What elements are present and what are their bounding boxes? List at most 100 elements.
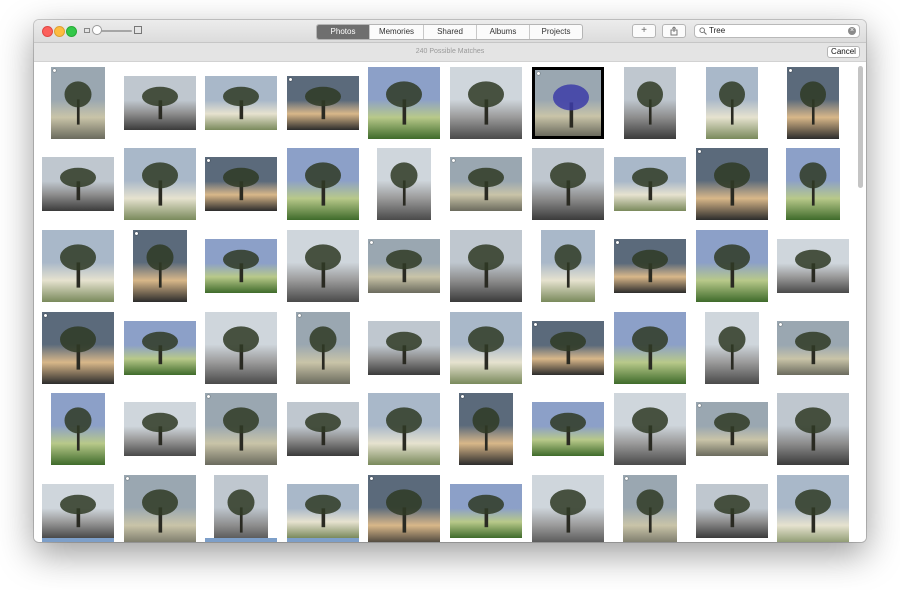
photo-thumbnail[interactable]	[614, 239, 686, 293]
photo-thumbnail[interactable]	[696, 402, 768, 456]
photo-thumbnail[interactable]	[124, 321, 196, 375]
photo-thumbnail[interactable]	[614, 157, 686, 211]
tree-silhouette-icon	[632, 326, 668, 370]
tree-silhouette-icon	[636, 489, 664, 533]
photo-thumbnail[interactable]	[614, 393, 686, 465]
photo-thumbnail[interactable]	[368, 393, 440, 465]
photos-window: Photos Memories Shared Albums Projects +…	[34, 20, 866, 542]
tab-shared[interactable]: Shared	[423, 25, 476, 39]
photo-thumbnail[interactable]	[541, 230, 595, 302]
zoom-button[interactable]	[66, 26, 77, 37]
photo-thumbnail[interactable]	[287, 538, 359, 542]
photo-thumbnail[interactable]	[287, 484, 359, 538]
photo-thumbnail[interactable]	[696, 484, 768, 538]
tree-silhouette-icon	[223, 249, 259, 283]
photo-thumbnail[interactable]	[786, 148, 840, 220]
photo-thumbnail[interactable]	[614, 312, 686, 384]
photo-thumbnail[interactable]	[777, 321, 849, 375]
add-button[interactable]: +	[632, 24, 656, 38]
share-button[interactable]	[662, 24, 686, 38]
close-button[interactable]	[42, 26, 53, 37]
search-icon	[699, 27, 707, 35]
photo-thumbnail[interactable]	[777, 475, 849, 542]
photo-thumbnail[interactable]	[450, 484, 522, 538]
photo-thumbnail[interactable]	[42, 538, 114, 542]
search-input[interactable]: Tree	[709, 25, 725, 37]
tab-albums[interactable]: Albums	[476, 25, 529, 39]
photo-thumbnail[interactable]	[777, 239, 849, 293]
photo-thumbnail[interactable]	[51, 67, 105, 139]
photo-thumbnail[interactable]	[205, 312, 277, 384]
photo-thumbnail[interactable]	[787, 67, 839, 139]
photo-thumbnail[interactable]	[459, 393, 513, 465]
photo-thumbnail[interactable]	[696, 148, 768, 220]
photo-thumbnail[interactable]	[205, 157, 277, 211]
photo-thumbnail[interactable]	[368, 67, 440, 139]
photo-thumbnail[interactable]	[124, 148, 196, 220]
photo-thumbnail[interactable]	[42, 312, 114, 384]
photo-thumbnail[interactable]	[368, 239, 440, 293]
tree-silhouette-icon	[60, 494, 96, 528]
photo-thumbnail[interactable]	[205, 538, 277, 542]
search-field[interactable]: Tree ×	[694, 24, 860, 38]
photo-thumbnail[interactable]	[368, 321, 440, 375]
tree-silhouette-icon	[714, 494, 750, 528]
photo-thumbnail[interactable]	[124, 76, 196, 130]
photo-thumbnail[interactable]	[532, 402, 604, 456]
view-tabs: Photos Memories Shared Albums Projects	[316, 24, 583, 40]
photo-thumbnail[interactable]	[124, 475, 196, 542]
photo-thumbnail[interactable]	[623, 475, 677, 542]
zoom-out-icon[interactable]	[84, 28, 90, 33]
photo-thumbnail[interactable]	[706, 67, 758, 139]
photo-thumbnail[interactable]	[42, 157, 114, 211]
photo-thumbnail[interactable]	[450, 67, 522, 139]
tree-silhouette-icon	[305, 494, 341, 528]
tree-silhouette-icon	[550, 412, 586, 446]
location-pin-icon	[207, 159, 210, 162]
tree-silhouette-icon	[223, 326, 259, 370]
photo-thumbnail[interactable]	[368, 475, 440, 542]
scrollbar[interactable]	[858, 66, 863, 188]
location-pin-icon	[698, 150, 701, 153]
zoom-in-icon[interactable]	[134, 26, 142, 34]
photo-thumbnail[interactable]	[377, 148, 431, 220]
selected-photo-thumbnail[interactable]	[532, 67, 604, 139]
tab-projects[interactable]: Projects	[529, 25, 582, 39]
cancel-button[interactable]: Cancel	[827, 46, 860, 58]
photo-thumbnail[interactable]	[51, 393, 105, 465]
tree-silhouette-icon	[632, 407, 668, 451]
photo-thumbnail[interactable]	[450, 312, 522, 384]
photo-thumbnail[interactable]	[205, 239, 277, 293]
photo-thumbnail[interactable]	[133, 230, 187, 302]
tab-memories[interactable]: Memories	[369, 25, 423, 39]
tree-silhouette-icon	[632, 249, 668, 283]
photo-thumbnail[interactable]	[450, 157, 522, 211]
photo-thumbnail[interactable]	[624, 67, 676, 139]
tree-silhouette-icon	[223, 86, 259, 120]
minimize-button[interactable]	[54, 26, 65, 37]
photo-thumbnail[interactable]	[287, 76, 359, 130]
photo-thumbnail[interactable]	[42, 230, 114, 302]
photo-thumbnail[interactable]	[214, 475, 268, 542]
zoom-slider-knob[interactable]	[92, 25, 102, 35]
photo-thumbnail[interactable]	[777, 393, 849, 465]
photo-thumbnail[interactable]	[205, 393, 277, 465]
tab-photos[interactable]: Photos	[317, 25, 369, 39]
tree-silhouette-icon	[309, 326, 337, 370]
photo-thumbnail[interactable]	[42, 484, 114, 538]
clear-search-icon[interactable]: ×	[848, 27, 856, 35]
photo-thumbnail[interactable]	[705, 312, 759, 384]
tree-silhouette-icon	[227, 489, 255, 533]
photo-thumbnail[interactable]	[205, 76, 277, 130]
tree-silhouette-icon	[142, 162, 178, 206]
photo-thumbnail[interactable]	[287, 148, 359, 220]
photo-thumbnail[interactable]	[450, 230, 522, 302]
photo-thumbnail[interactable]	[696, 230, 768, 302]
photo-thumbnail[interactable]	[287, 402, 359, 456]
photo-thumbnail[interactable]	[296, 312, 350, 384]
photo-thumbnail[interactable]	[532, 321, 604, 375]
photo-thumbnail[interactable]	[124, 402, 196, 456]
photo-thumbnail[interactable]	[532, 475, 604, 542]
photo-thumbnail[interactable]	[287, 230, 359, 302]
photo-thumbnail[interactable]	[532, 148, 604, 220]
